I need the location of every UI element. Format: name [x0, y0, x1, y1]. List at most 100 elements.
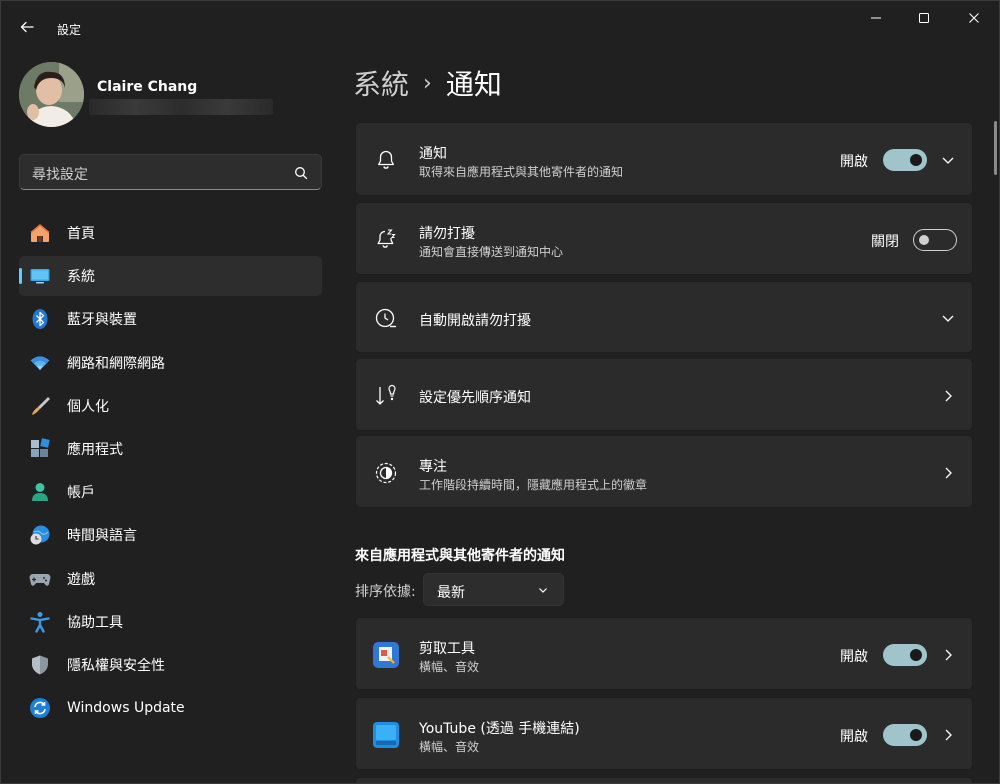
sidebar-item-accounts[interactable]: 帳戶	[19, 472, 322, 512]
globe-clock-icon	[29, 524, 51, 546]
back-arrow-icon	[20, 21, 34, 33]
sidebar-item-label: 系統	[67, 269, 95, 286]
avatar[interactable]	[19, 62, 84, 127]
app-notification-types: 橫幅、音效	[419, 660, 480, 674]
app-name: 剪取工具	[419, 641, 475, 657]
breadcrumb: 系統 › 通知	[353, 63, 502, 103]
page-title: 通知	[445, 68, 502, 101]
sort-selected-value: 最新	[437, 585, 465, 601]
app-notification-toggle[interactable]	[883, 644, 927, 666]
chevron-right-icon[interactable]	[940, 727, 956, 743]
sidebar-item-label: 協助工具	[67, 614, 123, 631]
profile-photo	[19, 62, 84, 127]
search-placeholder: 尋找設定	[32, 167, 88, 183]
chevron-right-icon[interactable]	[940, 465, 956, 481]
snipping-tool-icon	[372, 641, 400, 669]
sidebar-item-label: Windows Update	[67, 700, 185, 717]
sidebar-item-home[interactable]: 首頁	[19, 213, 322, 253]
app-notification-card[interactable]	[355, 777, 973, 783]
sidebar-item-label: 首頁	[67, 226, 95, 242]
minimize-icon	[871, 17, 881, 19]
sidebar-item-label: 帳戶	[67, 485, 95, 502]
search-input[interactable]: 尋找設定	[19, 154, 322, 190]
scrollbar[interactable]	[994, 121, 997, 175]
bell-icon	[374, 148, 398, 172]
sidebar-item-windows-update[interactable]: Windows Update	[19, 688, 322, 728]
settings-window: 設定 Claire Chang 尋找設定 首頁 系統 藍牙與裝置 網路和網際網路…	[0, 0, 1000, 784]
close-icon	[969, 13, 979, 23]
priority-notifications-card[interactable]: 設定優先順序通知	[355, 358, 973, 431]
sidebar-item-label: 網路和網際網路	[67, 355, 165, 372]
notifications-card[interactable]: 通知 取得來自應用程式與其他寄件者的通知 開啟	[355, 122, 973, 196]
toggle-state-label: 開啟	[840, 729, 868, 745]
sidebar-item-gaming[interactable]: 遊戲	[19, 559, 322, 599]
card-title: 請勿打擾	[419, 226, 475, 242]
auto-dnd-card[interactable]: 自動開啟請勿打擾	[355, 281, 973, 353]
account-icon	[29, 481, 51, 503]
app-name: YouTube (透過 手機連結)	[419, 721, 580, 737]
title-bar: 設定	[1, 1, 999, 49]
card-subtitle: 通知會直接傳送到通知中心	[419, 245, 564, 259]
shield-icon	[29, 654, 51, 676]
breadcrumb-separator: ›	[423, 70, 432, 96]
close-button[interactable]	[951, 1, 997, 35]
toggle-state-label: 開啟	[840, 649, 868, 665]
maximize-button[interactable]	[901, 1, 947, 35]
toggle-state-label: 開啟	[840, 154, 868, 170]
apps-icon	[29, 438, 51, 460]
sidebar-item-system[interactable]: 系統	[19, 256, 322, 297]
focus-card[interactable]: 專注 工作階段持續時間，隱藏應用程式上的徽章	[355, 435, 973, 508]
notifications-toggle[interactable]	[883, 149, 927, 171]
sidebar-item-network[interactable]: 網路和網際網路	[19, 343, 322, 383]
toggle-state-label: 關閉	[871, 234, 899, 250]
chevron-down-icon[interactable]	[940, 310, 956, 326]
accessibility-icon	[29, 611, 51, 633]
do-not-disturb-card[interactable]: 請勿打擾 通知會直接傳送到通知中心 關閉	[355, 202, 973, 275]
wifi-icon	[29, 352, 51, 374]
card-subtitle: 工作階段持續時間，隱藏應用程式上的徽章	[419, 478, 648, 492]
app-notification-card[interactable]: 剪取工具 橫幅、音效 開啟	[355, 617, 973, 690]
home-icon	[29, 222, 51, 244]
system-icon	[29, 265, 51, 287]
dnd-toggle[interactable]	[913, 229, 957, 251]
sidebar-item-label: 個人化	[67, 398, 109, 415]
chevron-right-icon[interactable]	[940, 388, 956, 404]
app-notification-toggle[interactable]	[883, 724, 927, 746]
phone-link-icon	[372, 721, 400, 749]
back-button[interactable]	[13, 13, 41, 41]
search-icon	[295, 167, 308, 180]
sidebar-item-label: 時間與語言	[67, 528, 137, 545]
sidebar-nav: 首頁 系統 藍牙與裝置 網路和網際網路 個人化 應用程式 帳戶 時間與語言 遊戲…	[19, 213, 322, 731]
card-title: 設定優先順序通知	[419, 390, 531, 406]
sidebar-item-label: 隱私權與安全性	[67, 657, 165, 674]
profile-name: Claire Chang	[97, 79, 198, 95]
sidebar-item-time-language[interactable]: 時間與語言	[19, 515, 322, 555]
bluetooth-icon	[29, 308, 51, 330]
update-icon	[29, 697, 51, 719]
app-notification-types: 橫幅、音效	[419, 740, 480, 754]
breadcrumb-parent[interactable]: 系統	[353, 63, 409, 103]
brush-icon	[29, 395, 51, 417]
card-title: 通知	[419, 146, 447, 162]
bell-zzz-icon	[374, 227, 398, 251]
sidebar-item-privacy[interactable]: 隱私權與安全性	[19, 645, 322, 685]
sidebar-item-bluetooth[interactable]: 藍牙與裝置	[19, 299, 322, 339]
chevron-down-icon	[539, 588, 547, 593]
minimize-button[interactable]	[853, 1, 899, 35]
sort-dropdown[interactable]: 最新	[423, 573, 564, 606]
gamepad-icon	[29, 568, 51, 590]
sidebar-item-accessibility[interactable]: 協助工具	[19, 602, 322, 642]
sidebar-item-apps[interactable]: 應用程式	[19, 429, 322, 469]
section-header: 來自應用程式與其他寄件者的通知	[355, 548, 565, 564]
chevron-down-icon[interactable]	[940, 152, 956, 168]
sidebar-item-label: 應用程式	[67, 441, 123, 458]
sidebar-item-personalization[interactable]: 個人化	[19, 386, 322, 426]
card-subtitle: 取得來自應用程式與其他寄件者的通知	[419, 165, 624, 179]
priority-sort-icon	[374, 384, 398, 408]
sidebar-item-label: 藍牙與裝置	[67, 312, 137, 329]
sidebar-item-label: 遊戲	[67, 571, 95, 588]
app-notification-card[interactable]: YouTube (透過 手機連結) 橫幅、音效 開啟	[355, 697, 973, 770]
app-title: 設定	[57, 23, 82, 37]
focus-icon	[374, 461, 398, 485]
chevron-right-icon[interactable]	[940, 647, 956, 663]
